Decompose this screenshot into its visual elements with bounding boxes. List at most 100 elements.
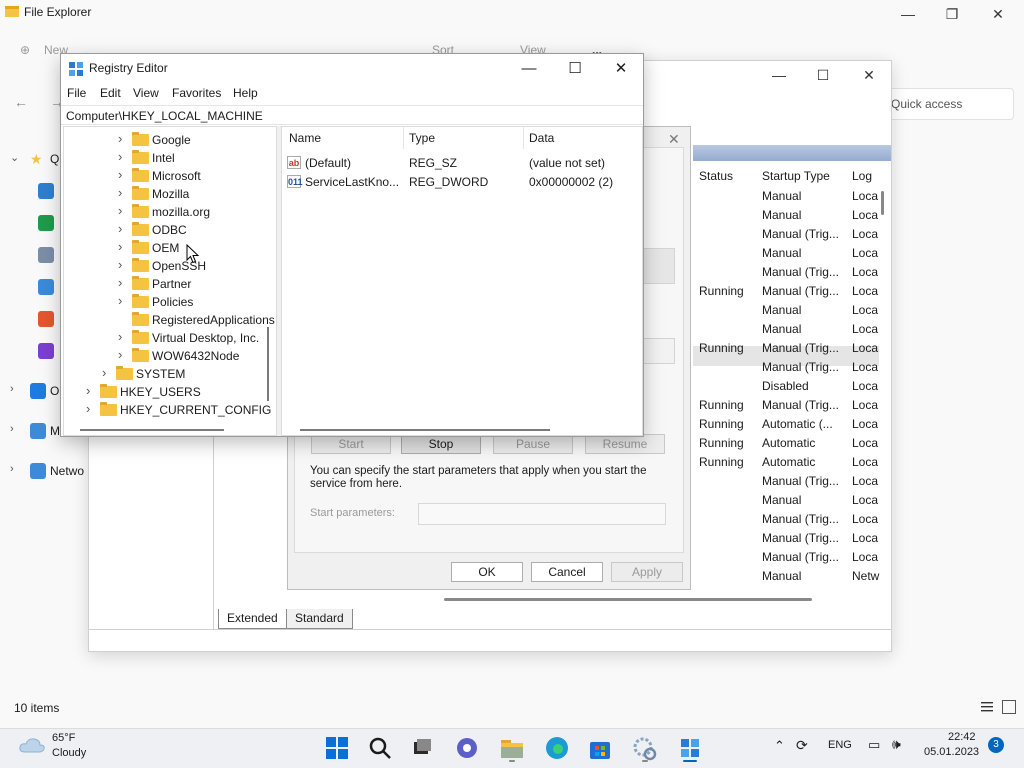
menu-edit[interactable]: Edit	[100, 86, 121, 100]
regedit-close-button[interactable]: ✕	[605, 58, 637, 80]
type-column-header[interactable]: Type	[409, 131, 435, 145]
startup-type-column-header[interactable]: Startup Type	[762, 169, 830, 183]
minimize-button[interactable]: —	[894, 4, 922, 24]
chevron-right-icon[interactable]: ›	[118, 131, 128, 146]
chevron-right-icon[interactable]: ›	[118, 257, 128, 272]
regedit-taskbar[interactable]	[676, 734, 704, 762]
chevron-right-icon[interactable]: ›	[10, 383, 14, 395]
chevron-right-icon[interactable]: ›	[118, 239, 128, 254]
data-column-header[interactable]: Data	[529, 131, 554, 145]
chevron-right-icon[interactable]: ›	[118, 203, 128, 218]
back-arrow-icon[interactable]: ←	[14, 94, 28, 110]
tree-item[interactable]: › Partner	[64, 275, 276, 293]
menu-file[interactable]: File	[67, 86, 86, 100]
cancel-button[interactable]: Cancel	[531, 562, 603, 582]
tree-item[interactable]: › ODBC	[64, 221, 276, 239]
chevron-right-icon[interactable]: ›	[118, 221, 128, 236]
dialog-close-icon[interactable]: ✕	[668, 131, 680, 148]
tree-item[interactable]: › OEM	[64, 239, 276, 257]
clock-time[interactable]: 22:42	[948, 731, 976, 743]
services-horizontal-scrollbar[interactable]	[444, 598, 812, 601]
store-taskbar[interactable]	[586, 734, 614, 762]
network-icon[interactable]: ▭	[868, 737, 880, 753]
stop-button[interactable]: Stop	[401, 434, 481, 454]
input-language-indicator[interactable]: ENG	[828, 739, 852, 751]
menu-view[interactable]: View	[133, 86, 159, 100]
name-column-header[interactable]: Name	[289, 131, 321, 145]
tree-item[interactable]: › Policies	[64, 293, 276, 311]
tree-item[interactable]: RegisteredApplications	[64, 311, 276, 329]
sync-error-icon[interactable]: ⟳	[796, 737, 808, 754]
chevron-right-icon[interactable]: ›	[118, 275, 128, 290]
menu-favorites[interactable]: Favorites	[172, 86, 221, 100]
maximize-button[interactable]: ❐	[938, 4, 966, 24]
services-taskbar[interactable]	[631, 734, 659, 762]
chevron-right-icon[interactable]: ›	[118, 149, 128, 164]
chevron-right-icon[interactable]: ›	[10, 463, 14, 475]
chevron-right-icon[interactable]: ›	[102, 365, 112, 380]
volume-icon[interactable]: 🕪	[892, 736, 901, 753]
nav-item[interactable]: › Netwo	[0, 460, 88, 482]
tree-item[interactable]: › Google	[64, 131, 276, 149]
tree-item[interactable]: › Microsoft	[64, 167, 276, 185]
regedit-maximize-button[interactable]: ☐	[559, 58, 591, 80]
registry-value-row[interactable]: ab (Default) REG_SZ (value not set)	[282, 153, 642, 172]
tab-standard[interactable]: Standard	[286, 609, 353, 629]
chevron-right-icon[interactable]: ›	[10, 423, 14, 435]
task-view-button[interactable]	[408, 734, 436, 762]
tree-item[interactable]: › OpenSSH	[64, 257, 276, 275]
details-view-icon[interactable]	[980, 700, 994, 714]
ok-button[interactable]: OK	[451, 562, 523, 582]
search-quick-access-input[interactable]: Quick access	[882, 88, 1014, 120]
chevron-right-icon[interactable]: ›	[86, 383, 96, 398]
chat-button[interactable]	[453, 734, 481, 762]
edge-taskbar[interactable]	[543, 734, 571, 762]
chevron-right-icon[interactable]: ›	[118, 167, 128, 182]
chevron-right-icon[interactable]: ›	[118, 293, 128, 308]
start-parameters-input[interactable]	[418, 503, 666, 525]
close-button[interactable]: ✕	[984, 4, 1012, 24]
show-hidden-icons-chevron-icon[interactable]: ⌃	[774, 738, 785, 754]
tree-item[interactable]: › WOW6432Node	[64, 347, 276, 365]
regedit-minimize-button[interactable]: —	[513, 58, 545, 80]
weather-description[interactable]: Cloudy	[52, 747, 86, 759]
values-horizontal-scrollbar[interactable]	[300, 429, 550, 431]
tab-extended[interactable]: Extended	[218, 609, 287, 629]
tree-horizontal-scrollbar[interactable]	[80, 429, 224, 431]
tree-item[interactable]: › HKEY_USERS	[64, 383, 276, 401]
start-button[interactable]	[323, 734, 351, 762]
chevron-right-icon[interactable]: ›	[118, 347, 128, 362]
chevron-right-icon[interactable]: ›	[118, 329, 128, 344]
tree-item[interactable]: › HKEY_CURRENT_CONFIG	[64, 401, 276, 419]
clock-date[interactable]: 05.01.2023	[924, 746, 979, 758]
registry-address-bar[interactable]: Computer\HKEY_LOCAL_MACHINE	[61, 105, 643, 125]
chevron-right-icon[interactable]: ›	[86, 401, 96, 416]
status-column-header[interactable]: Status	[699, 169, 733, 183]
services-close-button[interactable]: ✕	[855, 65, 883, 85]
log-on-column-header[interactable]: Log	[852, 169, 872, 183]
apply-button[interactable]: Apply	[611, 562, 683, 582]
tree-item[interactable]: › Intel	[64, 149, 276, 167]
tree-item[interactable]: › Mozilla	[64, 185, 276, 203]
weather-temperature[interactable]: 65°F	[52, 732, 75, 744]
services-minimize-button[interactable]: —	[765, 65, 793, 85]
file-explorer-taskbar[interactable]	[498, 734, 526, 762]
start-button[interactable]: Start	[311, 434, 391, 454]
chevron-right-icon[interactable]: ›	[118, 185, 128, 200]
tiles-view-icon[interactable]	[1002, 700, 1016, 714]
column-divider[interactable]	[523, 127, 524, 149]
services-maximize-button[interactable]: ☐	[809, 65, 837, 85]
column-divider[interactable]	[403, 127, 404, 149]
cloudy-weather-icon[interactable]	[18, 735, 46, 755]
registry-value-row[interactable]: 011 ServiceLastKno... REG_DWORD 0x00000002 …	[282, 172, 642, 191]
search-button[interactable]	[366, 734, 394, 762]
services-vertical-scrollbar[interactable]	[881, 191, 884, 215]
tree-item[interactable]: › mozilla.org	[64, 203, 276, 221]
chevron-down-icon[interactable]: ⌄	[10, 151, 19, 164]
tree-item[interactable]: › SYSTEM	[64, 365, 276, 383]
tree-item[interactable]: › Virtual Desktop, Inc.	[64, 329, 276, 347]
menu-help[interactable]: Help	[233, 86, 258, 100]
pause-button[interactable]: Pause	[493, 434, 573, 454]
resume-button[interactable]: Resume	[585, 434, 665, 454]
notification-badge[interactable]: 3	[988, 737, 1004, 753]
